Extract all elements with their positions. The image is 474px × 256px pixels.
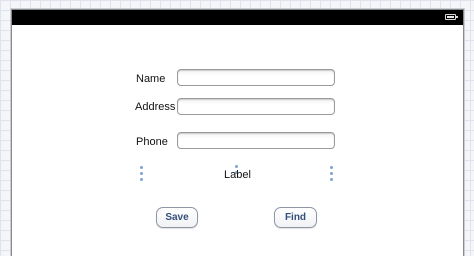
address-label: Address [135,101,176,113]
status-label: Label [224,169,251,181]
left-resize-handle[interactable] [140,166,143,184]
address-field[interactable] [177,98,335,115]
phone-label: Phone [136,136,168,148]
right-resize-handle[interactable] [330,166,333,184]
name-label: Name [136,73,166,85]
name-field[interactable] [177,69,335,86]
battery-icon [445,14,458,20]
status-bar [12,10,463,25]
phone-field[interactable] [177,132,335,149]
find-button[interactable]: Find [274,207,317,228]
save-button[interactable]: Save [156,207,198,228]
